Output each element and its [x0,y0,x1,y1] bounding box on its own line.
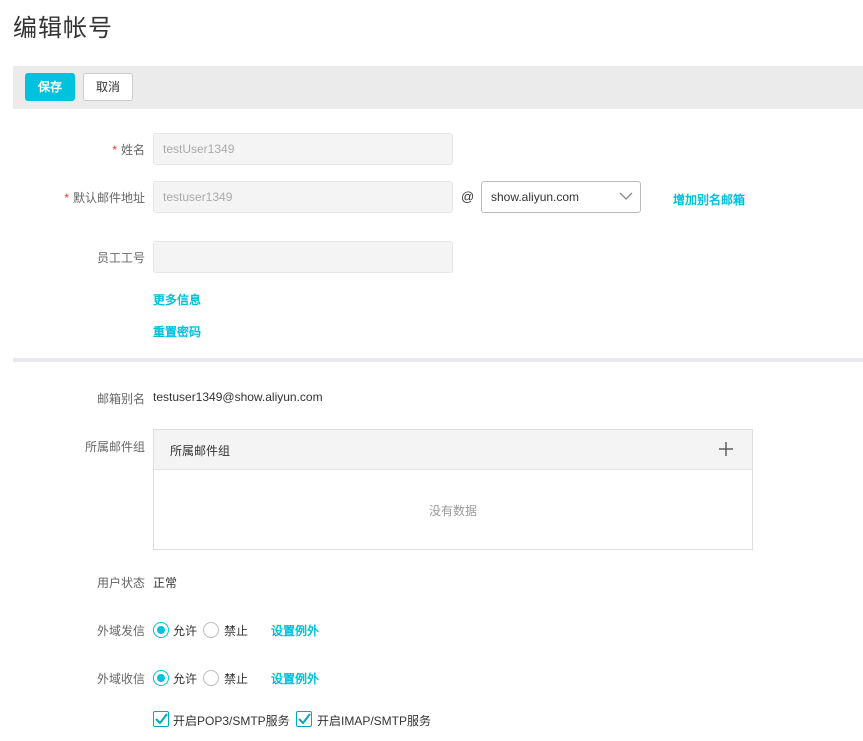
inbound-allow-label[interactable]: 允许 [173,670,197,687]
employee-id-field[interactable] [153,241,453,273]
groups-label: 所属邮件组 [84,440,145,454]
outbound-label: 外域发信 [96,624,145,638]
more-info-link[interactable]: 更多信息 [153,291,201,308]
plus-icon[interactable] [719,442,733,456]
mail-groups-header-label: 所属邮件组 [170,444,231,458]
default-email-label: * 默认邮件地址 [0,189,145,206]
checkmark-icon [298,713,311,725]
alias-label: 邮箱别名 [96,392,145,406]
inbound-exception-link[interactable]: 设置例外 [271,670,319,687]
pop3-label[interactable]: 开启POP3/SMTP服务 [173,712,290,729]
mail-groups-table: 所属邮件组 没有数据 [153,429,753,550]
inbound-deny-label[interactable]: 禁止 [224,670,248,687]
outbound-allow-radio[interactable] [153,622,169,638]
name-label: * 姓名 [0,141,145,158]
mail-groups-header: 所属邮件组 [154,430,752,470]
domain-select[interactable]: show.aliyun.com [481,181,641,213]
name-label-text: 姓名 [120,143,145,157]
required-mark: * [64,191,69,205]
employee-id-label: 员工工号 [96,251,145,265]
checkmark-icon [155,713,168,725]
empty-state: 没有数据 [428,504,477,518]
imap-label[interactable]: 开启IMAP/SMTP服务 [317,712,431,729]
add-alias-link[interactable]: 增加别名邮箱 [673,191,745,208]
pop3-checkbox[interactable] [153,711,169,727]
outbound-deny-radio[interactable] [203,622,219,638]
save-button[interactable]: 保存 [25,73,75,101]
outbound-allow-label[interactable]: 允许 [173,622,197,639]
chevron-down-icon [619,192,633,200]
section-divider [13,358,863,362]
outbound-deny-label[interactable]: 禁止 [224,622,248,639]
at-sign: @ [461,189,475,204]
inbound-label: 外域收信 [96,672,145,686]
default-email-field[interactable]: testuser1349 [153,181,453,213]
name-field[interactable]: testUser1349 [153,133,453,165]
status-label: 用户状态 [96,576,145,590]
required-mark: * [112,143,117,157]
toolbar: 保存 取消 [13,66,863,109]
status-value: 正常 [153,576,178,590]
domain-select-value: show.aliyun.com [491,190,580,204]
page-title: 编辑帐号 [13,15,113,42]
alias-value: testuser1349@show.aliyun.com [153,390,323,404]
cancel-button[interactable]: 取消 [83,73,133,101]
inbound-allow-radio[interactable] [153,670,169,686]
outbound-exception-link[interactable]: 设置例外 [271,622,319,639]
reset-password-link[interactable]: 重置密码 [153,323,201,340]
default-email-label-text: 默认邮件地址 [72,191,145,205]
inbound-deny-radio[interactable] [203,670,219,686]
imap-checkbox[interactable] [296,711,312,727]
